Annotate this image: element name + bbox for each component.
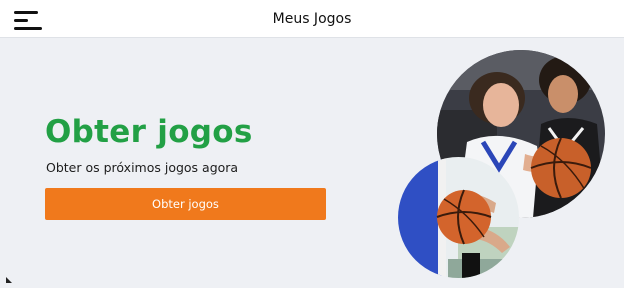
ball-handling-photo	[398, 157, 519, 278]
app-screen: Meus Jogos Obter jogos Obter os próximos…	[0, 0, 624, 288]
corner-shadow	[6, 277, 12, 283]
top-bar: Meus Jogos	[0, 0, 624, 38]
hero-title: Obter jogos	[45, 114, 253, 150]
get-games-button[interactable]: Obter jogos	[45, 188, 326, 220]
page-title: Meus Jogos	[272, 11, 352, 27]
hero-subtitle: Obter os próximos jogos agora	[46, 160, 239, 175]
